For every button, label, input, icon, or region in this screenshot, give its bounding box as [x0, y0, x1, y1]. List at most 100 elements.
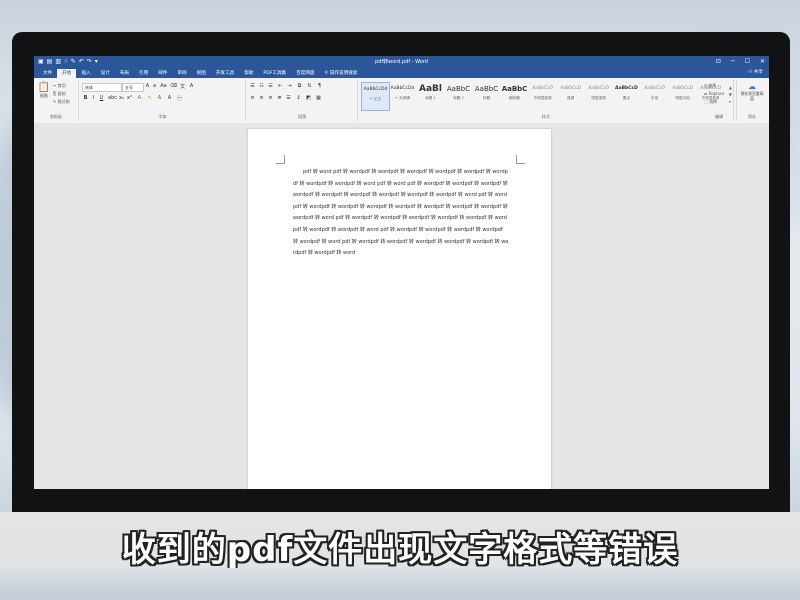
grow-font-icon[interactable]: A	[144, 83, 151, 89]
cut-label: 剪切	[57, 83, 66, 88]
style-quote[interactable]: AaBbCcD 引用	[641, 82, 668, 109]
tab-insert[interactable]: 插入	[76, 69, 95, 78]
style-preview: AaBbCcD	[672, 86, 693, 91]
justify-icon[interactable]: ≣	[276, 95, 283, 101]
style-name: 不明显强调	[533, 96, 552, 100]
style-strong[interactable]: AaBbCcD 要点	[613, 82, 640, 109]
style-preview: AaBbCcD	[532, 86, 553, 91]
style-name: 标题 2	[453, 96, 464, 100]
save-to-baidu-button[interactable]: ☁ 保存到百度网盘	[737, 82, 767, 101]
font-size-select[interactable]: 五号	[122, 83, 144, 92]
align-right-icon[interactable]: ≡	[267, 95, 274, 101]
shrink-font-icon[interactable]: a	[151, 83, 158, 89]
style-subtle-emphasis[interactable]: AaBbCcD 不明显强调	[529, 82, 556, 109]
tab-baidu-netdisk[interactable]: 百度网盘	[291, 69, 319, 78]
phonetic-icon[interactable]: 文	[179, 83, 186, 90]
sort-icon[interactable]: ⇅	[306, 83, 313, 89]
replace-label: Replace	[708, 91, 725, 96]
find-button[interactable]: ⚲ 查找	[704, 83, 716, 89]
enclose-char-icon[interactable]: ㊀	[176, 95, 183, 102]
document-page[interactable]: pdf 转 word pdf 转 wordpdf 转 wordpdf 转 wor…	[248, 129, 551, 489]
tab-mailings[interactable]: 邮件	[153, 69, 172, 78]
tab-file[interactable]: 文件	[38, 69, 57, 78]
chinese-layout-icon[interactable]: ⧉	[296, 83, 303, 89]
style-name: 强调	[566, 96, 575, 100]
style-name: 标题 1	[425, 96, 436, 100]
group-font: 宋体 五号 A a Aa ⌫ 文 A B I U abc x₂ x² A ✎ A…	[80, 80, 246, 121]
font-name-select[interactable]: 宋体	[82, 83, 122, 92]
tab-pdf-tools[interactable]: PDF工具集	[258, 69, 291, 78]
lightbulb-icon: ⚲	[324, 71, 328, 76]
baidu-cloud-icon: ☁	[748, 82, 756, 91]
tab-home[interactable]: 开始	[57, 69, 77, 78]
copy-label: 复制	[57, 91, 66, 96]
close-icon[interactable]: ✕	[760, 56, 765, 68]
ribbon-display-icon[interactable]: ⊡	[716, 56, 721, 68]
copy-button[interactable]: ⎘ 复制	[53, 91, 65, 97]
style-intense-quote[interactable]: AaBbCcD 明显引用	[669, 82, 696, 109]
clear-format-icon[interactable]: ⌫	[170, 83, 177, 89]
tab-developer[interactable]: 开发工具	[211, 69, 239, 78]
style-emphasis[interactable]: AaBbCcD 强调	[557, 82, 584, 109]
tab-review[interactable]: 审阅	[172, 69, 191, 78]
tell-me-search[interactable]: ⚲ 操作说明搜索	[320, 69, 363, 78]
group-label-editing: 编辑	[715, 114, 723, 119]
replace-button[interactable]: ⇄ Replace	[704, 91, 724, 96]
style-normal[interactable]: AaBbCcDd ↵ 正文	[361, 82, 390, 111]
tab-help[interactable]: 帮助	[239, 69, 258, 78]
style-preview: AaBbCcD	[588, 86, 609, 91]
style-title[interactable]: AaBbC 标题	[473, 82, 500, 109]
paste-button[interactable]: 📋 粘贴	[37, 82, 51, 99]
margin-marker	[276, 155, 285, 164]
style-preview: AaBl	[419, 84, 442, 94]
subtitle-text: 收到的pdf文件出现文字格式等错误	[121, 530, 679, 570]
bullets-icon[interactable]: ☰	[249, 83, 256, 89]
align-center-icon[interactable]: ≡	[258, 95, 265, 101]
style-preview: AaBbCcDd	[390, 86, 415, 91]
format-painter-button[interactable]: ✎ 格式刷	[53, 99, 70, 105]
multilevel-list-icon[interactable]: ☱	[267, 83, 274, 89]
align-left-icon[interactable]: ≡	[249, 95, 256, 101]
char-shading-icon[interactable]: A	[166, 95, 173, 101]
text-effects-icon[interactable]: A	[136, 95, 143, 101]
strikethrough-icon[interactable]: abc	[108, 95, 117, 101]
superscript-icon[interactable]: x²	[126, 95, 133, 101]
highlight-icon[interactable]: ✎	[146, 95, 153, 101]
select-label: 选择	[709, 99, 718, 104]
distribute-icon[interactable]: ☰	[285, 95, 292, 101]
maximize-icon[interactable]: ☐	[745, 56, 750, 68]
tab-view[interactable]: 视图	[192, 69, 211, 78]
select-button[interactable]: ⬚ 选择	[704, 99, 717, 105]
decrease-indent-icon[interactable]: ⇤	[277, 83, 284, 89]
numbering-icon[interactable]: ☷	[258, 83, 265, 89]
style-subtitle[interactable]: AaBbC 副标题	[501, 82, 528, 109]
shading-icon[interactable]: ◩	[305, 95, 312, 101]
bold-icon[interactable]: B	[82, 95, 89, 101]
tab-references[interactable]: 引用	[134, 69, 153, 78]
borders-icon[interactable]: ▦	[315, 95, 322, 101]
ribbon-tabs: 文件 开始 插入 设计 布局 引用 邮件 审阅 视图 开发工具 帮助 PDF工具…	[34, 68, 769, 78]
style-heading-1[interactable]: AaBl 标题 1	[417, 82, 444, 109]
tab-design[interactable]: 设计	[96, 69, 115, 78]
share-button[interactable]: ⚇ 共享	[748, 68, 763, 78]
group-clipboard: 📋 粘贴 ✂ 剪切 ⎘ 复制 ✎ 格式刷 剪贴板	[34, 80, 79, 121]
subscript-icon[interactable]: x₂	[118, 95, 125, 101]
style-no-spacing[interactable]: AaBbCcDd ↵ 无间隔	[389, 82, 416, 109]
show-marks-icon[interactable]: ¶	[316, 83, 323, 89]
italic-icon[interactable]: I	[90, 95, 97, 101]
desk-background	[0, 568, 800, 600]
underline-icon[interactable]: U	[98, 95, 105, 101]
change-case-icon[interactable]: Aa	[160, 83, 167, 89]
tab-layout[interactable]: 布局	[115, 69, 134, 78]
increase-indent-icon[interactable]: ⇥	[286, 83, 293, 89]
minimize-icon[interactable]: ─	[731, 56, 735, 68]
font-color-icon[interactable]: A	[156, 95, 163, 101]
line-spacing-icon[interactable]: ↕	[295, 95, 302, 101]
cut-button[interactable]: ✂ 剪切	[53, 83, 66, 89]
char-border-icon[interactable]: A	[188, 83, 195, 89]
document-body-text[interactable]: pdf 转 word pdf 转 wordpdf 转 wordpdf 转 wor…	[293, 167, 509, 260]
style-heading-2[interactable]: AaBbC 标题 2	[445, 82, 472, 109]
save-to-baidu-label: 保存到百度网盘	[740, 91, 764, 101]
group-label-paragraph: 段落	[298, 114, 306, 119]
style-intense-emphasis[interactable]: AaBbCcD 明显强调	[585, 82, 612, 109]
